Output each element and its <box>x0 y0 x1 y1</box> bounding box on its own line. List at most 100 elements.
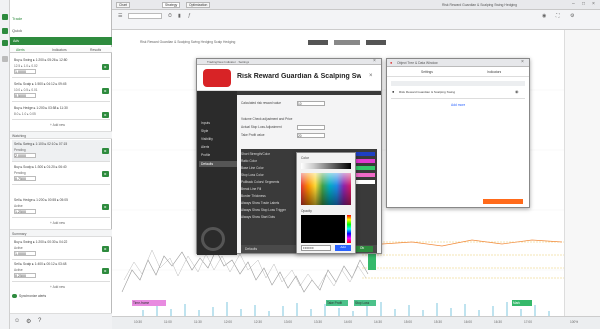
item-title: Buy ▸ Scalp ▸ 1:300 ▸ 01:20 ▸ 06:40 <box>14 165 67 169</box>
grayscale-row[interactable] <box>301 163 351 169</box>
camera-icon[interactable]: ◉ <box>542 13 546 19</box>
toggle-switch[interactable] <box>12 294 17 298</box>
item-value-field[interactable]: 1.2500 <box>14 209 36 214</box>
list-item[interactable]: Sell ▸ Scalp ▸ 1:500 ▸ 04:12 ▸ 09:45 10.… <box>12 80 110 102</box>
play-button[interactable]: ▸ <box>102 268 109 274</box>
setting-label: Base Line Color <box>241 166 264 170</box>
time-axis[interactable]: 10:30 11:00 11:30 12:00 12:30 13:00 13:3… <box>112 316 600 329</box>
fullscreen-icon[interactable]: ⛶ <box>556 13 560 19</box>
tab-alerts[interactable]: Alerts <box>16 48 25 52</box>
nav-alerts[interactable]: Alerts <box>201 145 209 149</box>
item-value-field[interactable]: 0.2500 <box>14 273 36 278</box>
defaults-button[interactable]: Defaults <box>245 247 257 251</box>
minimize-icon[interactable]: – <box>572 1 575 7</box>
chart-tag[interactable]: Stop Loss <box>354 300 376 306</box>
settings-icon[interactable]: ⚙ <box>570 13 574 19</box>
chart-type-icon[interactable]: ▮ <box>178 13 181 19</box>
list-item[interactable]: Buy ▸ Swing ▸ 1:200 ▸ 05:26 ▸ 12:80 12.5… <box>12 56 110 78</box>
tree-item[interactable]: ● Risk Reward Guardian & Scalping Swing … <box>391 87 525 99</box>
tab-chart[interactable]: Chart <box>116 2 131 8</box>
color-picker-popup[interactable]: Color Opacity FFFFFF Add <box>296 152 356 254</box>
dialog-header[interactable]: ● Object Tree & Data Window × <box>387 59 529 67</box>
trade-icon[interactable] <box>2 14 8 20</box>
item-value-field[interactable]: 1.0000 <box>14 251 36 256</box>
nav-style[interactable]: Style <box>201 129 208 133</box>
list-item[interactable]: Buy ▸ Hedge ▸ 1:200 ▸ 03:58 ▸ 11:30 8.0 … <box>12 104 110 120</box>
item-value-field[interactable]: 1.0000 <box>14 69 36 74</box>
setting-label: Break Line Fill <box>241 187 262 191</box>
tab-settings[interactable]: Settings <box>421 70 433 74</box>
tab-results[interactable]: Results <box>90 48 101 52</box>
setting-input[interactable]: 10 <box>297 101 325 106</box>
setting-input[interactable] <box>297 125 325 130</box>
play-button[interactable]: ▸ <box>102 148 109 154</box>
chart-tag[interactable]: Time-frame <box>132 300 166 306</box>
nav-profile[interactable]: Profile <box>201 153 210 157</box>
add-new-link[interactable]: + Add new <box>50 285 65 289</box>
item-value-field[interactable]: 2.0000 <box>14 153 36 158</box>
tab-indicators[interactable]: Indicators <box>487 70 501 74</box>
close-icon[interactable]: × <box>373 58 376 64</box>
setting-label: Always Show Start Dots <box>241 215 276 219</box>
menu-icon[interactable]: ☰ <box>118 13 122 19</box>
close-icon[interactable]: × <box>369 73 373 79</box>
object-tree-dialog[interactable]: ● Object Tree & Data Window × Settings I… <box>386 58 530 208</box>
zoom-level[interactable]: 100% <box>570 320 578 324</box>
interval-icon[interactable]: ⏱ <box>168 13 172 19</box>
list-item[interactable]: Sell ▸ Hedge ▸ 1:200 ▸ 00:55 ▸ 05:05 Act… <box>12 196 110 218</box>
list-item[interactable]: Buy ▸ Swing ▸ 1:200 ▸ 00:30 ▸ 04:22 Acti… <box>12 238 110 260</box>
close-icon[interactable]: × <box>592 1 595 7</box>
maximize-icon[interactable]: □ <box>582 1 585 7</box>
list-item[interactable]: Sell ▸ Scalp ▸ 1:400 ▸ 00:12 ▸ 03:48 Act… <box>12 260 110 282</box>
item-value-field[interactable]: 0.5000 <box>14 93 36 98</box>
setting-label: Actual Stop Loss Adjustment <box>241 125 282 129</box>
play-button[interactable]: ▸ <box>102 246 109 252</box>
rail-label-trade[interactable]: Trade <box>12 16 22 21</box>
chart-tag[interactable]: Mark <box>512 300 532 306</box>
close-icon[interactable]: × <box>521 59 524 65</box>
add-more-link[interactable]: Add more <box>451 103 465 107</box>
gear-icon[interactable]: ⚙ <box>26 318 31 325</box>
item-title: Sell ▸ Scalp ▸ 1:500 ▸ 04:12 ▸ 09:45 <box>14 82 67 86</box>
saturation-shade <box>301 215 345 243</box>
user-icon[interactable]: ☺ <box>14 318 20 324</box>
play-button[interactable]: ▸ <box>102 88 109 94</box>
item-sub: 8.0 ▸ 1.0 ▸ 0.05 <box>14 112 36 116</box>
item-value-field[interactable]: 0.7500 <box>14 176 36 181</box>
chart-tag[interactable]: Take Profit <box>326 300 348 306</box>
hue-slider[interactable] <box>347 215 351 243</box>
play-button[interactable]: ▸ <box>102 171 109 177</box>
nav-visibility[interactable]: Visibility <box>201 137 213 141</box>
indicators-icon[interactable]: ƒ <box>188 13 191 19</box>
list-item[interactable]: Sell ▸ Swing ▸ 1:100 ▸ 02:10 ▸ 07:15 Pen… <box>12 140 110 162</box>
help-icon[interactable]: ? <box>38 318 41 324</box>
eye-icon[interactable]: ◉ <box>515 89 519 94</box>
tab-strategy[interactable]: Strategy <box>162 2 181 8</box>
item-title: Buy ▸ Hedge ▸ 1:200 ▸ 03:58 ▸ 11:30 <box>14 106 68 110</box>
add-color-button[interactable]: Add <box>335 245 351 251</box>
alert-icon[interactable] <box>2 40 8 46</box>
nav-inputs[interactable]: Inputs <box>201 121 210 125</box>
play-button[interactable]: ▸ <box>102 64 109 70</box>
tab-indicators[interactable]: Indicators <box>52 48 67 52</box>
section-header[interactable]: Summary <box>10 229 112 237</box>
rail-label-quick[interactable]: Quick <box>12 28 22 33</box>
settings-icon[interactable] <box>2 56 8 62</box>
nav-selected[interactable]: Adv <box>10 37 112 45</box>
play-button[interactable]: ▸ <box>102 204 109 210</box>
add-new-link[interactable]: + Add new <box>50 123 65 127</box>
price-axis[interactable] <box>564 30 600 316</box>
quick-icon[interactable] <box>2 28 8 34</box>
symbol-search-input[interactable] <box>128 13 162 19</box>
orange-action-button[interactable] <box>483 199 523 204</box>
add-new-link[interactable]: + Add new <box>50 221 65 225</box>
list-item[interactable]: Buy ▸ Scalp ▸ 1:300 ▸ 01:20 ▸ 06:40 Pend… <box>12 163 110 185</box>
setting-input[interactable]: 20 <box>297 133 325 138</box>
color-picker-title: Color <box>301 156 309 160</box>
footer-toggle-row[interactable]: Synchronize alerts <box>10 293 112 300</box>
tab-optimization[interactable]: Optimization <box>186 2 211 8</box>
section-header[interactable]: Watching <box>10 131 112 139</box>
play-button[interactable]: ▸ <box>102 112 109 118</box>
nav-defaults[interactable]: Defaults <box>199 161 237 167</box>
hex-input[interactable]: FFFFFF <box>301 245 331 251</box>
